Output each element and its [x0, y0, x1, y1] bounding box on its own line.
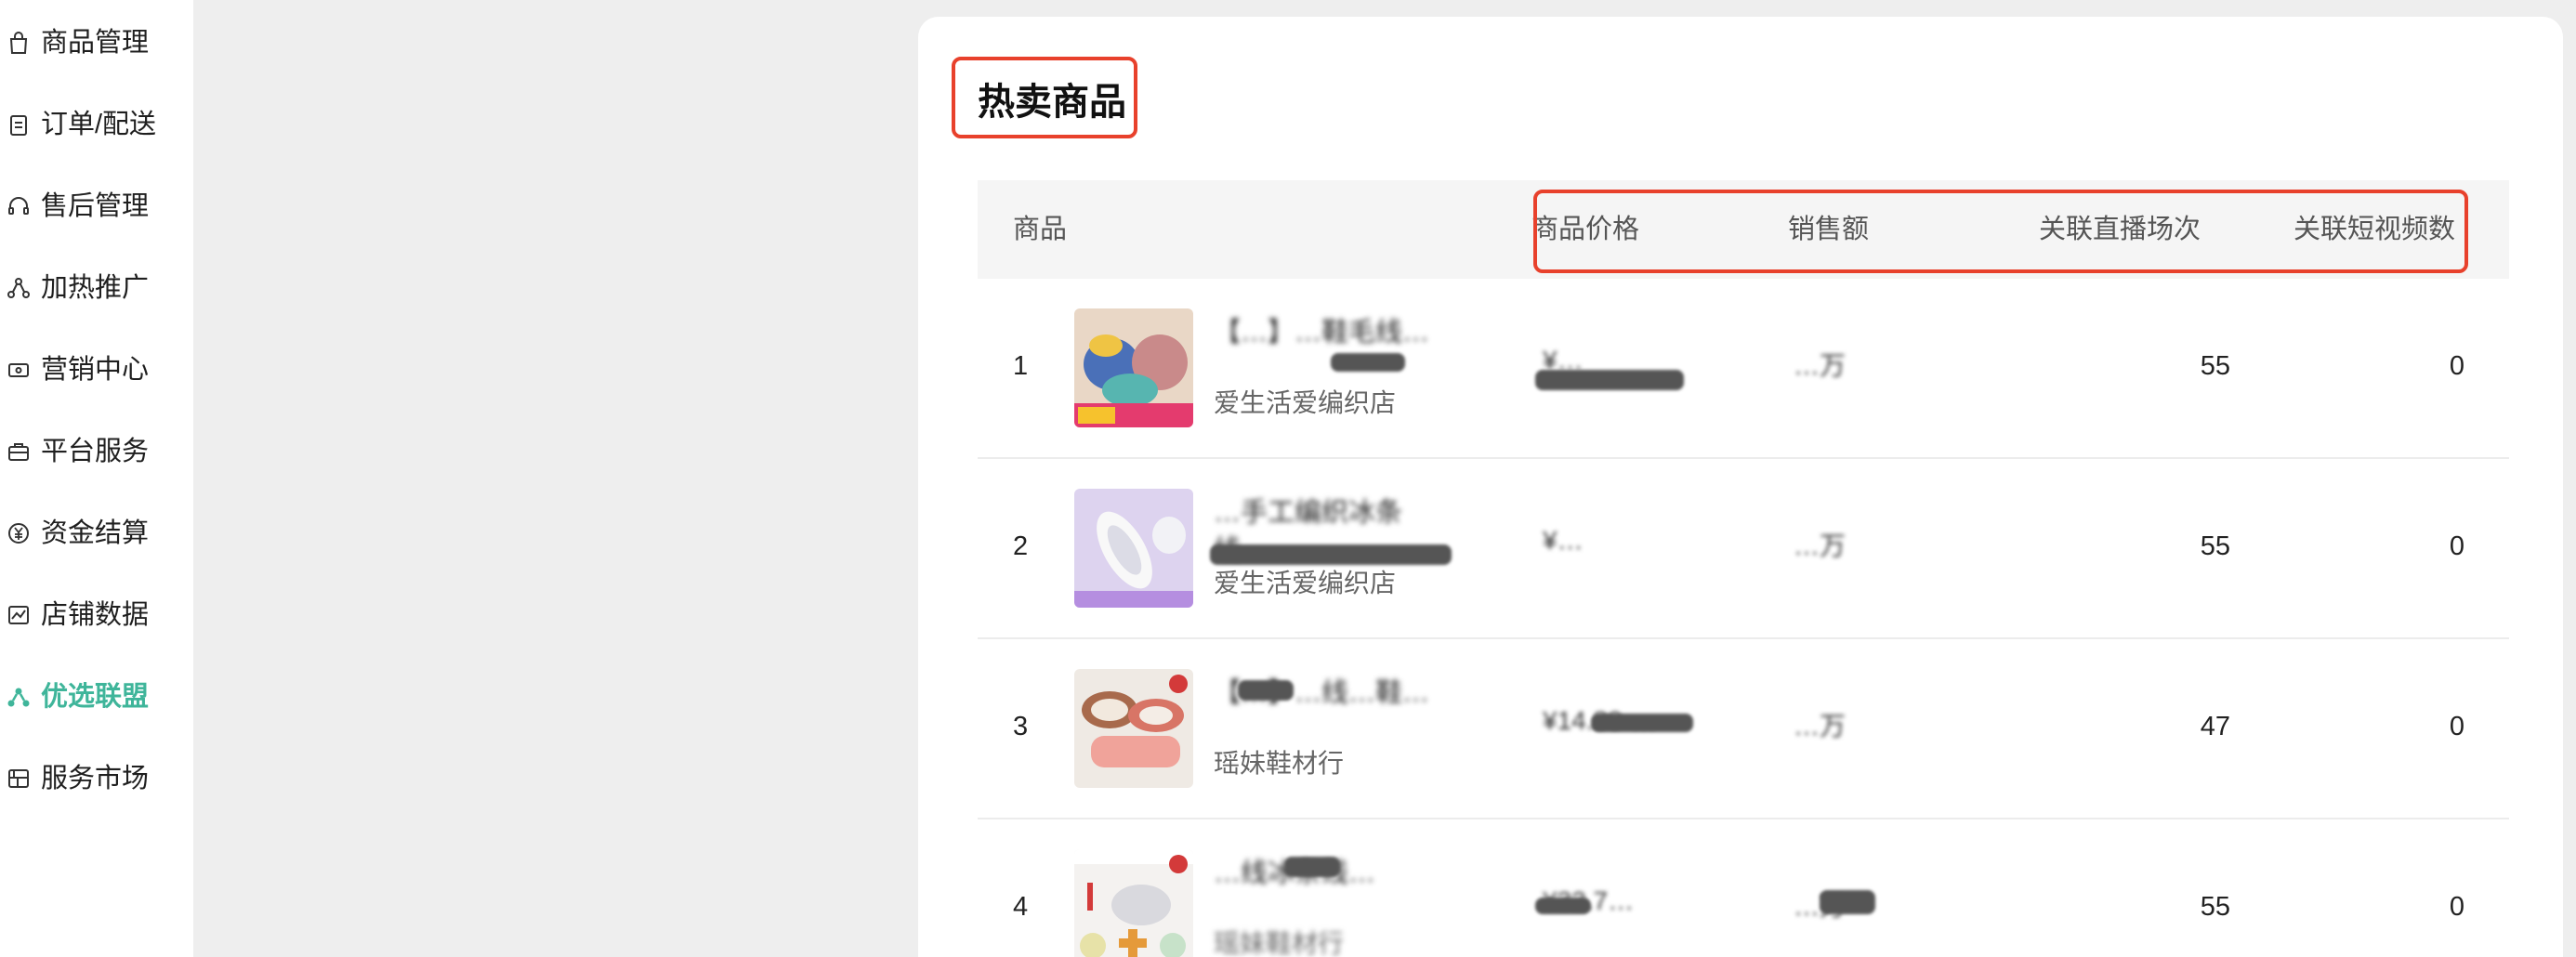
sidebar-item-label: 服务市场 — [41, 764, 150, 793]
redaction-mark — [1238, 680, 1294, 701]
clipboard-icon — [6, 111, 32, 138]
sidebar-item-label: 店铺数据 — [41, 600, 150, 630]
rank: 3 — [1013, 712, 1029, 741]
sales-value: …万 — [1794, 531, 1847, 560]
product-name[interactable]: 【…】…鞋毛线… — [1214, 314, 1455, 388]
sales-value: …万 — [1794, 351, 1847, 380]
ticket-icon — [6, 357, 32, 383]
short-videos-count: 0 — [2449, 351, 2464, 381]
redaction-mark — [1210, 544, 1452, 565]
short-videos-count: 0 — [2449, 892, 2464, 922]
header-product: 商品 — [1013, 215, 1068, 244]
table-row[interactable]: 1 【…】…鞋毛线… 爱生活爱编织店 ¥… …万 55 0 — [978, 279, 2509, 459]
rank: 2 — [1013, 531, 1029, 561]
sidebar-item-alliance[interactable]: 优选联盟 — [0, 669, 193, 725]
sidebar-item-label: 售后管理 — [41, 191, 150, 221]
live-sessions-count: 55 — [2200, 531, 2230, 561]
redaction-mark — [1591, 714, 1693, 732]
header-highlight-box — [1533, 190, 2468, 273]
hot-products-card: 热卖商品 商品 商品价格 销售额 关联直播场次 关联短视频数 1 【…】…鞋毛线… — [918, 17, 2563, 957]
product-thumbnail[interactable] — [1074, 308, 1193, 427]
sidebar-item-after-sales[interactable]: 售后管理 — [0, 178, 193, 234]
sidebar-item-product-management[interactable]: 商品管理 — [0, 15, 193, 71]
redaction-mark — [1284, 857, 1340, 877]
yen-coin-icon — [6, 520, 32, 546]
shop-name[interactable]: 爱生活爱编织店 — [1214, 563, 1396, 600]
shop-name[interactable]: 瑶妹鞋材行 — [1214, 924, 1344, 957]
sidebar-item-promotion[interactable]: 加热推广 — [0, 260, 193, 316]
live-sessions-count: 47 — [2200, 712, 2230, 741]
sidebar-item-label: 商品管理 — [41, 28, 150, 58]
sidebar-item-marketing[interactable]: 营销中心 — [0, 342, 193, 398]
page-title: 热卖商品 — [978, 82, 1126, 123]
sidebar-item-platform-service[interactable]: 平台服务 — [0, 424, 193, 479]
sidebar-item-label: 订单/配送 — [41, 110, 157, 139]
redaction-mark — [1331, 353, 1405, 372]
sidebar-item-label: 优选联盟 — [41, 682, 150, 712]
sidebar-item-label: 平台服务 — [41, 437, 150, 466]
shop-name[interactable]: 瑶妹鞋材行 — [1214, 743, 1344, 780]
rank: 4 — [1013, 892, 1029, 922]
bag-icon — [6, 30, 32, 56]
product-thumbnail[interactable] — [1074, 489, 1193, 608]
live-sessions-count: 55 — [2200, 351, 2230, 381]
sidebar-item-store-data[interactable]: 店铺数据 — [0, 587, 193, 643]
product-thumbnail[interactable] — [1074, 669, 1193, 788]
sidebar: 商品管理 订单/配送 售后管理 加热推广 营销中心 平台服务 资金结算 店铺数据… — [0, 0, 193, 957]
sidebar-item-label: 加热推广 — [41, 273, 150, 303]
short-videos-count: 0 — [2449, 712, 2464, 741]
table-row[interactable]: 2 …手工编织冰条线… 爱生活爱编织店 ¥… …万 55 0 — [978, 459, 2509, 639]
sidebar-item-label: 资金结算 — [41, 518, 150, 548]
alliance-icon — [6, 684, 32, 710]
sales-value: …万 — [1794, 712, 1847, 741]
table-row[interactable]: 3 【…】…线…鞋… 瑶妹鞋材行 ¥14.30-… …万 47 0 — [978, 639, 2509, 819]
live-sessions-count: 55 — [2200, 892, 2230, 922]
sidebar-item-label: 营销中心 — [41, 355, 150, 385]
share-nodes-icon — [6, 275, 32, 301]
shop-name[interactable]: 爱生活爱编织店 — [1214, 383, 1396, 420]
market-icon — [6, 766, 32, 792]
redaction-mark — [1535, 370, 1684, 390]
price-value: ¥… — [1543, 526, 1584, 555]
product-thumbnail[interactable] — [1074, 849, 1193, 957]
sidebar-item-orders[interactable]: 订单/配送 — [0, 97, 193, 152]
sidebar-item-settlement[interactable]: 资金结算 — [0, 505, 193, 561]
sidebar-item-service-market[interactable]: 服务市场 — [0, 751, 193, 806]
rank: 1 — [1013, 351, 1029, 381]
short-videos-count: 0 — [2449, 531, 2464, 561]
redaction-mark — [1820, 890, 1875, 914]
table-row[interactable]: 4 …线冰条线… 瑶妹鞋材行 ¥32.7… …万 55 0 — [978, 819, 2509, 957]
redaction-mark — [1535, 898, 1591, 914]
chart-icon — [6, 602, 32, 628]
headset-icon — [6, 193, 32, 219]
briefcase-icon — [6, 439, 32, 465]
